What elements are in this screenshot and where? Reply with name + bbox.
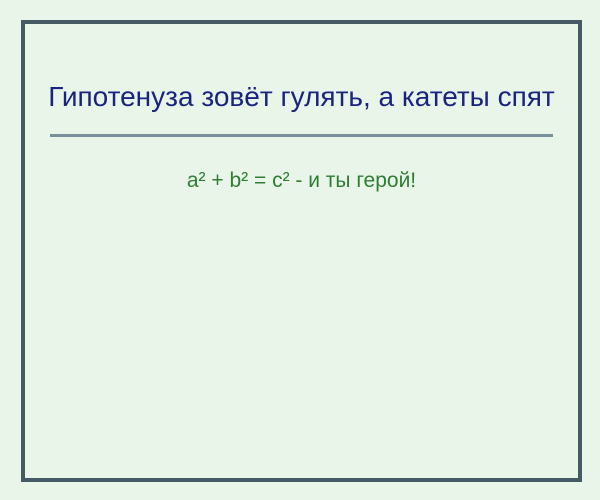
card: Гипотенуза зовёт гулять, а катеты спят a… xyxy=(21,20,582,482)
card-title: Гипотенуза зовёт гулять, а катеты спят xyxy=(48,81,555,112)
divider xyxy=(50,134,553,137)
formula-text: a² + b² = c² - и ты герой! xyxy=(186,169,417,192)
